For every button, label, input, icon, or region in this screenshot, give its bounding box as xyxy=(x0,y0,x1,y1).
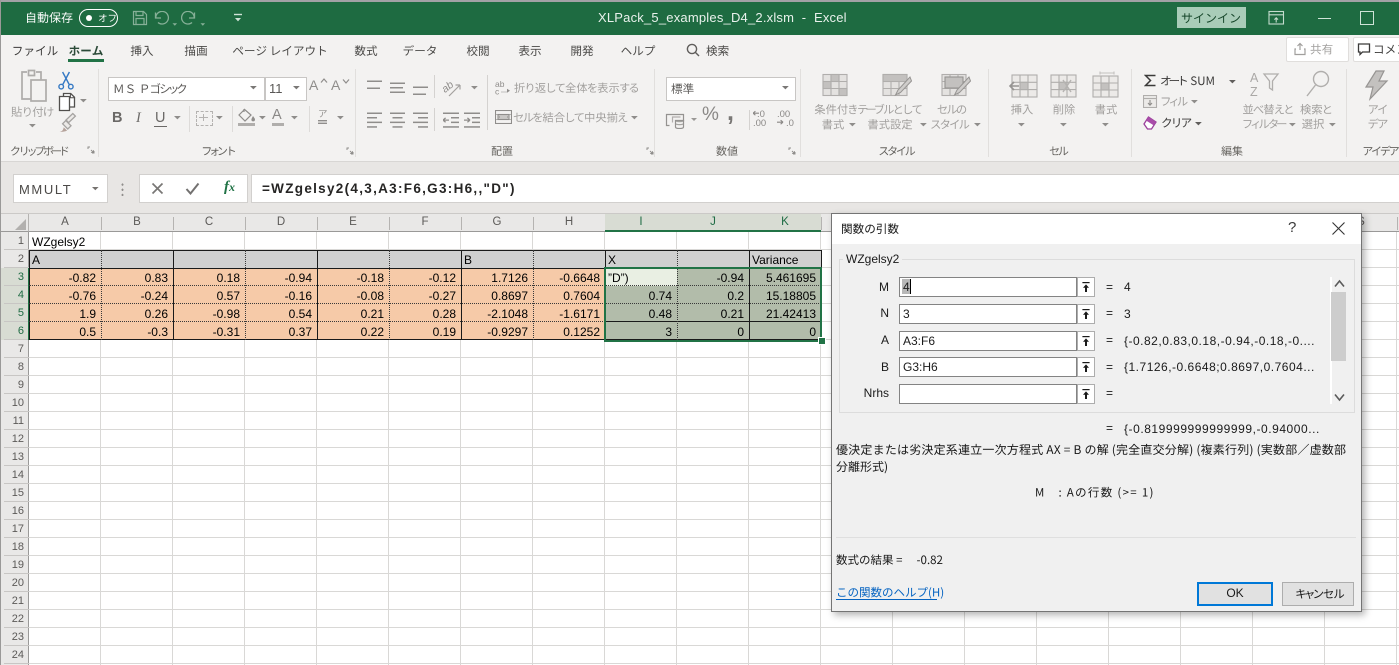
svg-text:ab: ab xyxy=(443,79,456,96)
svg-text:Z: Z xyxy=(1250,85,1258,99)
svg-text:.00: .00 xyxy=(753,118,766,126)
svg-text:A: A xyxy=(1250,71,1259,85)
svg-text:.0: .0 xyxy=(786,118,794,126)
